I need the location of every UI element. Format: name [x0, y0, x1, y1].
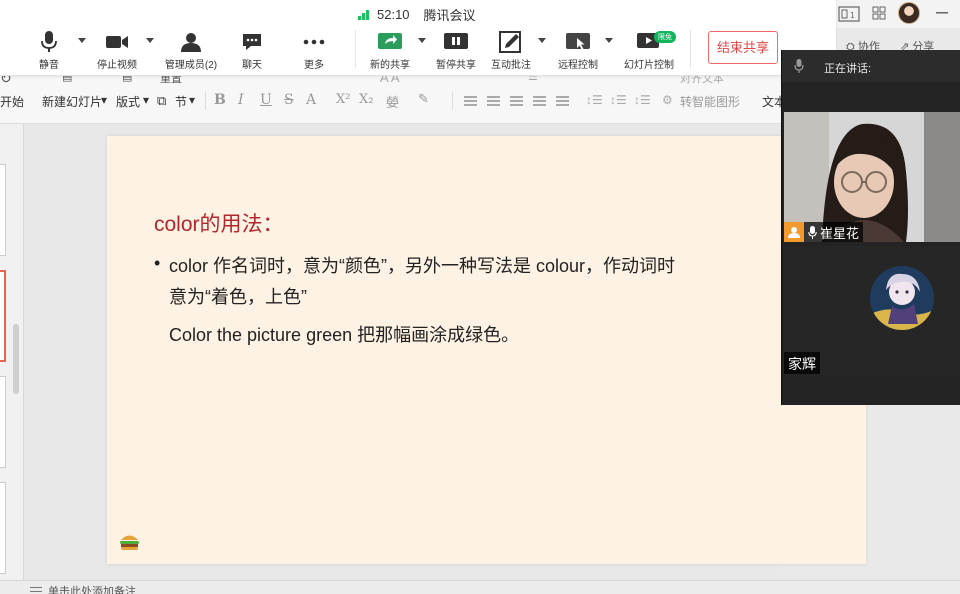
- chat-icon: [243, 34, 261, 50]
- microphone-icon: [794, 59, 804, 73]
- scrollbar[interactable]: [13, 324, 19, 394]
- section-button[interactable]: 节: [175, 93, 187, 110]
- paragraph-spacing-icon[interactable]: ↕☰: [610, 93, 627, 107]
- video-options-caret[interactable]: [146, 38, 154, 43]
- chevron-down-icon[interactable]: ▾: [143, 93, 149, 107]
- superscript-icon[interactable]: X²: [336, 92, 350, 107]
- minimize-icon[interactable]: [936, 12, 948, 14]
- annotate-button[interactable]: 互动批注: [476, 30, 546, 72]
- bold-icon[interactable]: B: [214, 92, 226, 108]
- avatar[interactable]: [898, 2, 920, 24]
- participant-avatar: [870, 266, 934, 330]
- slide-thumbnail-panel: [0, 124, 24, 580]
- end-share-button[interactable]: 结束共享: [708, 31, 778, 64]
- layout-toggle-icon[interactable]: 1: [838, 6, 860, 22]
- slide-thumbnail-selected[interactable]: [0, 270, 6, 362]
- participant-name: 家辉: [784, 352, 820, 374]
- phonetic-icon[interactable]: 嫈: [386, 92, 399, 111]
- new-share-button[interactable]: 新的共享: [355, 30, 425, 72]
- video-camera-icon: [106, 36, 128, 48]
- meeting-status: 52:10 腾讯会议: [358, 5, 476, 24]
- pen-icon: [499, 31, 521, 53]
- slide-title: color的用法：: [154, 213, 284, 236]
- microphone-icon: [808, 225, 817, 239]
- convert-smartart-button[interactable]: 转智能图形: [680, 93, 740, 110]
- divider: [452, 92, 453, 110]
- chevron-down-icon[interactable]: ▾: [189, 93, 195, 107]
- svg-text:1: 1: [850, 11, 855, 20]
- remote-control-button[interactable]: 远程控制: [543, 30, 613, 72]
- toolbar-divider: [690, 30, 691, 68]
- section-icon: ⧉: [157, 93, 167, 108]
- grid-icon[interactable]: [872, 6, 886, 20]
- chat-button[interactable]: 聊天: [217, 30, 287, 72]
- remote-control-icon: [566, 33, 590, 50]
- slide-text-line: 意为“着色，上色”: [169, 287, 307, 307]
- add-notes[interactable]: 单击此处添加备注: [30, 583, 136, 594]
- slide-text-line: color 作名词时，意为“颜色”，另外一种写法是 colour，作动词时: [169, 256, 676, 276]
- speaking-header: 正在讲话:: [782, 50, 960, 82]
- status-bar: 单击此处添加备注: [0, 580, 960, 594]
- align-center-icon[interactable]: [487, 96, 500, 106]
- align-left-icon[interactable]: [464, 96, 477, 106]
- bullet: •: [154, 253, 161, 273]
- participant-name: 崔星花: [820, 225, 860, 241]
- divider: [205, 92, 206, 110]
- more-button[interactable]: 更多: [279, 30, 349, 72]
- speaking-label: 正在讲话:: [824, 63, 872, 75]
- smartart-icon: ⚙: [662, 93, 673, 107]
- burger-icon: [120, 535, 139, 550]
- meeting-toolbar: 52:10 腾讯会议 静音 停止视频 管理成员(2) 聊天 更多 新的共享 暂停…: [0, 0, 836, 76]
- members-icon: [181, 33, 201, 52]
- remote-options-caret[interactable]: [605, 38, 613, 43]
- italic-icon[interactable]: I: [238, 92, 244, 108]
- stop-video-button[interactable]: 停止视频: [82, 30, 152, 72]
- chevron-down-icon[interactable]: ▾: [101, 93, 107, 107]
- meeting-duration: 52:10: [377, 7, 410, 22]
- slide-thumbnail[interactable]: [0, 482, 6, 574]
- strikethrough-icon[interactable]: S: [284, 92, 294, 108]
- subscript-icon[interactable]: X₂: [359, 92, 373, 107]
- slide-thumbnail[interactable]: [0, 376, 6, 468]
- slide[interactable]: color的用法： • color 作名词时，意为“颜色”，另外一种写法是 co…: [107, 136, 866, 564]
- host-user-icon: [784, 222, 804, 242]
- manage-members-button[interactable]: 管理成员(2): [156, 30, 226, 72]
- screen-share-icon: [378, 33, 402, 49]
- align-right-icon[interactable]: [510, 96, 523, 106]
- highlight-icon[interactable]: ✎: [418, 92, 429, 107]
- notes-hint: 单击此处添加备注: [48, 586, 136, 594]
- justify-icon[interactable]: [533, 96, 546, 106]
- participant-name-tag: 崔星花: [784, 222, 864, 242]
- mute-button[interactable]: 静音: [14, 30, 84, 72]
- font-color-icon[interactable]: A: [306, 92, 316, 108]
- line-spacing-icon[interactable]: ↕☰: [586, 93, 603, 107]
- free-badge: 限免: [654, 31, 676, 43]
- layout-button[interactable]: 版式: [116, 93, 140, 110]
- app-title: 腾讯会议: [423, 8, 476, 23]
- notes-icon: [30, 587, 42, 594]
- signal-icon: [358, 9, 369, 20]
- pause-icon: [444, 33, 468, 49]
- underline-icon[interactable]: U: [260, 92, 272, 108]
- video-panel: 正在讲话: 崔星花 家辉: [781, 50, 960, 405]
- distribute-icon[interactable]: [556, 96, 569, 106]
- tab-start[interactable]: 开始: [0, 93, 24, 110]
- slide-example: Color the picture green 把那幅画涂成绿色。: [169, 325, 520, 345]
- text-direction-icon[interactable]: ↕☰: [634, 93, 651, 107]
- more-icon: [303, 39, 325, 45]
- new-slide-button[interactable]: 新建幻灯片: [42, 93, 102, 110]
- microphone-icon: [41, 31, 57, 52]
- slide-thumbnail[interactable]: [0, 164, 6, 256]
